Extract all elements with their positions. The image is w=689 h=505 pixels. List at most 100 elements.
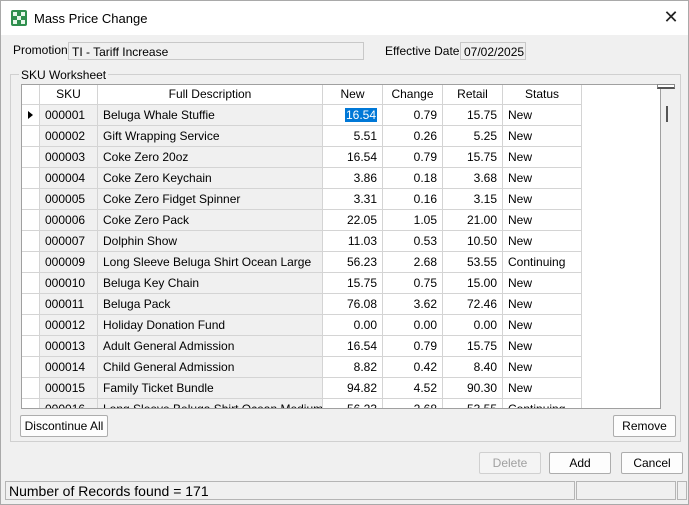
cell-status[interactable]: New	[503, 147, 582, 168]
discontinue-all-button[interactable]: Discontinue All	[20, 415, 108, 437]
cell-status[interactable]: New	[503, 105, 582, 126]
table-row[interactable]: 000014 Child General Admission 8.82 0.42 8.4…	[22, 357, 582, 378]
cell-description[interactable]: Family Ticket Bundle	[98, 378, 323, 399]
row-indicator[interactable]	[22, 315, 40, 336]
cell-new[interactable]: 0.00	[323, 315, 383, 336]
cell-status[interactable]: New	[503, 231, 582, 252]
cell-sku[interactable]: 000003	[40, 147, 98, 168]
cell-change[interactable]: 0.53	[383, 231, 443, 252]
cell-change[interactable]: 0.18	[383, 168, 443, 189]
table-row[interactable]: 000002 Gift Wrapping Service 5.51 0.26 5.25 N…	[22, 126, 582, 147]
cell-retail[interactable]: 5.25	[443, 126, 503, 147]
header-description[interactable]: Full Description	[98, 85, 323, 105]
cell-sku[interactable]: 000007	[40, 231, 98, 252]
cell-status[interactable]: New	[503, 294, 582, 315]
cell-status[interactable]: New	[503, 273, 582, 294]
cell-new[interactable]: 3.31	[323, 189, 383, 210]
cell-description[interactable]: Beluga Pack	[98, 294, 323, 315]
table-row[interactable]: 000007 Dolphin Show 11.03 0.53 10.50 New	[22, 231, 582, 252]
table-row[interactable]: 000001 Beluga Whale Stuffie 16.54 0.79 15.75…	[22, 105, 582, 126]
selected-new-value[interactable]: 16.54	[344, 108, 377, 122]
table-row[interactable]: 000012 Holiday Donation Fund 0.00 0.00 0.00 N…	[22, 315, 582, 336]
cell-status[interactable]: New	[503, 315, 582, 336]
cell-change[interactable]: 0.79	[383, 336, 443, 357]
cell-description[interactable]: Child General Admission	[98, 357, 323, 378]
cell-new[interactable]: 11.03	[323, 231, 383, 252]
table-row[interactable]: 000015 Family Ticket Bundle 94.82 4.52 90.30…	[22, 378, 582, 399]
cell-description[interactable]: Beluga Whale Stuffie	[98, 105, 323, 126]
scroll-top-button[interactable]	[657, 84, 675, 89]
cell-new[interactable]: 94.82	[323, 378, 383, 399]
cell-new[interactable]: 8.82	[323, 357, 383, 378]
cell-retail[interactable]: 15.75	[443, 147, 503, 168]
table-row[interactable]: 000016 Long Sleeve Beluga Shirt Ocean Med…	[22, 399, 582, 408]
close-icon[interactable]: ✕	[660, 6, 682, 28]
cell-new[interactable]: 3.86	[323, 168, 383, 189]
cell-retail[interactable]: 10.50	[443, 231, 503, 252]
cell-new[interactable]: 16.54	[323, 147, 383, 168]
cell-new[interactable]: 56.23	[323, 399, 383, 408]
cell-change[interactable]: 2.68	[383, 252, 443, 273]
cell-status[interactable]: New	[503, 336, 582, 357]
cell-retail[interactable]: 53.55	[443, 399, 503, 408]
cell-sku[interactable]: 000010	[40, 273, 98, 294]
cell-retail[interactable]: 3.15	[443, 189, 503, 210]
cell-retail[interactable]: 21.00	[443, 210, 503, 231]
header-retail[interactable]: Retail	[443, 85, 503, 105]
row-indicator[interactable]	[22, 210, 40, 231]
cell-change[interactable]: 0.75	[383, 273, 443, 294]
cell-status[interactable]: Continuing	[503, 399, 582, 408]
cell-retail[interactable]: 72.46	[443, 294, 503, 315]
cell-retail[interactable]: 15.75	[443, 336, 503, 357]
header-sku[interactable]: SKU	[40, 85, 98, 105]
cell-change[interactable]: 0.16	[383, 189, 443, 210]
cell-new[interactable]: 56.23	[323, 252, 383, 273]
table-row[interactable]: 000009 Long Sleeve Beluga Shirt Ocean Lar…	[22, 252, 582, 273]
cell-status[interactable]: New	[503, 168, 582, 189]
row-indicator[interactable]	[22, 105, 40, 126]
table-row[interactable]: 000010 Beluga Key Chain 15.75 0.75 15.00 New	[22, 273, 582, 294]
delete-button[interactable]: Delete	[479, 452, 541, 474]
cell-retail[interactable]: 8.40	[443, 357, 503, 378]
cell-description[interactable]: Gift Wrapping Service	[98, 126, 323, 147]
effective-date-field[interactable]: 07/02/2025	[460, 42, 526, 60]
cell-sku[interactable]: 000001	[40, 105, 98, 126]
scroll-thumb[interactable]	[666, 106, 668, 122]
cell-sku[interactable]: 000015	[40, 378, 98, 399]
cell-sku[interactable]: 000014	[40, 357, 98, 378]
header-new[interactable]: New	[323, 85, 383, 105]
table-row[interactable]: 000003 Coke Zero 20oz 16.54 0.79 15.75 New	[22, 147, 582, 168]
header-status[interactable]: Status	[503, 85, 582, 105]
cell-retail[interactable]: 53.55	[443, 252, 503, 273]
cell-description[interactable]: Coke Zero Fidget Spinner	[98, 189, 323, 210]
cell-new[interactable]: 5.51	[323, 126, 383, 147]
header-change[interactable]: Change	[383, 85, 443, 105]
cancel-button[interactable]: Cancel	[621, 452, 683, 474]
cell-sku[interactable]: 000005	[40, 189, 98, 210]
table-row[interactable]: 000004 Coke Zero Keychain 3.86 0.18 3.68 New	[22, 168, 582, 189]
cell-status[interactable]: Continuing	[503, 252, 582, 273]
cell-change[interactable]: 4.52	[383, 378, 443, 399]
cell-change[interactable]: 0.26	[383, 126, 443, 147]
cell-new[interactable]: 16.54	[323, 336, 383, 357]
row-indicator[interactable]	[22, 273, 40, 294]
cell-change[interactable]: 1.05	[383, 210, 443, 231]
table-row[interactable]: 000005 Coke Zero Fidget Spinner 3.31 0.16 3.…	[22, 189, 582, 210]
cell-sku[interactable]: 000011	[40, 294, 98, 315]
cell-retail[interactable]: 0.00	[443, 315, 503, 336]
table-row[interactable]: 000013 Adult General Admission 16.54 0.79 15…	[22, 336, 582, 357]
cell-sku[interactable]: 000013	[40, 336, 98, 357]
cell-new[interactable]: 16.54	[323, 105, 383, 126]
add-button[interactable]: Add	[549, 452, 611, 474]
cell-sku[interactable]: 000009	[40, 252, 98, 273]
row-indicator[interactable]	[22, 336, 40, 357]
row-indicator[interactable]	[22, 252, 40, 273]
cell-description[interactable]: Coke Zero Keychain	[98, 168, 323, 189]
cell-description[interactable]: Beluga Key Chain	[98, 273, 323, 294]
cell-sku[interactable]: 000002	[40, 126, 98, 147]
cell-status[interactable]: New	[503, 126, 582, 147]
cell-description[interactable]: Long Sleeve Beluga Shirt Ocean Medium	[98, 399, 323, 408]
cell-status[interactable]: New	[503, 357, 582, 378]
row-indicator[interactable]	[22, 378, 40, 399]
row-indicator[interactable]	[22, 294, 40, 315]
